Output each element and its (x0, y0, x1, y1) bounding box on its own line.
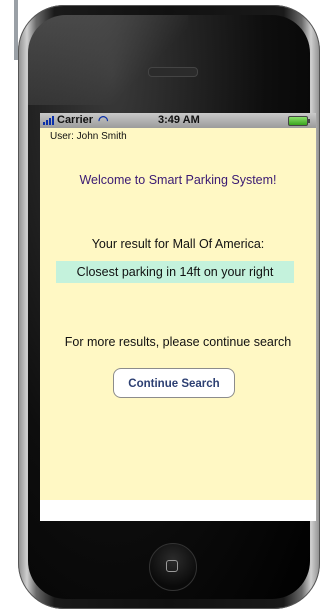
battery-icon (288, 116, 310, 126)
result-message: Closest parking in 14ft on your right (56, 261, 294, 283)
screen-bottom-strip (40, 500, 316, 521)
signal-icon (43, 116, 55, 125)
user-label: User: John Smith (50, 131, 127, 142)
more-results-text: For more results, please continue search (64, 335, 292, 349)
welcome-heading: Welcome to Smart Parking System! (79, 173, 277, 187)
phone-glare (28, 15, 188, 105)
home-button-icon (166, 560, 178, 572)
status-bar: Carrier ◠ 3:49 AM (40, 113, 316, 128)
carrier-label: Carrier (57, 114, 94, 126)
continue-search-button[interactable]: Continue Search (113, 368, 235, 398)
result-label: Your result for Mall Of America: (91, 237, 265, 251)
home-button[interactable] (149, 543, 197, 591)
speaker-grill (148, 67, 198, 77)
wifi-icon: ◠ (98, 113, 109, 127)
status-time: 3:49 AM (158, 114, 200, 126)
app-screen: Carrier ◠ 3:49 AM User: John Smith Welco… (40, 113, 316, 521)
